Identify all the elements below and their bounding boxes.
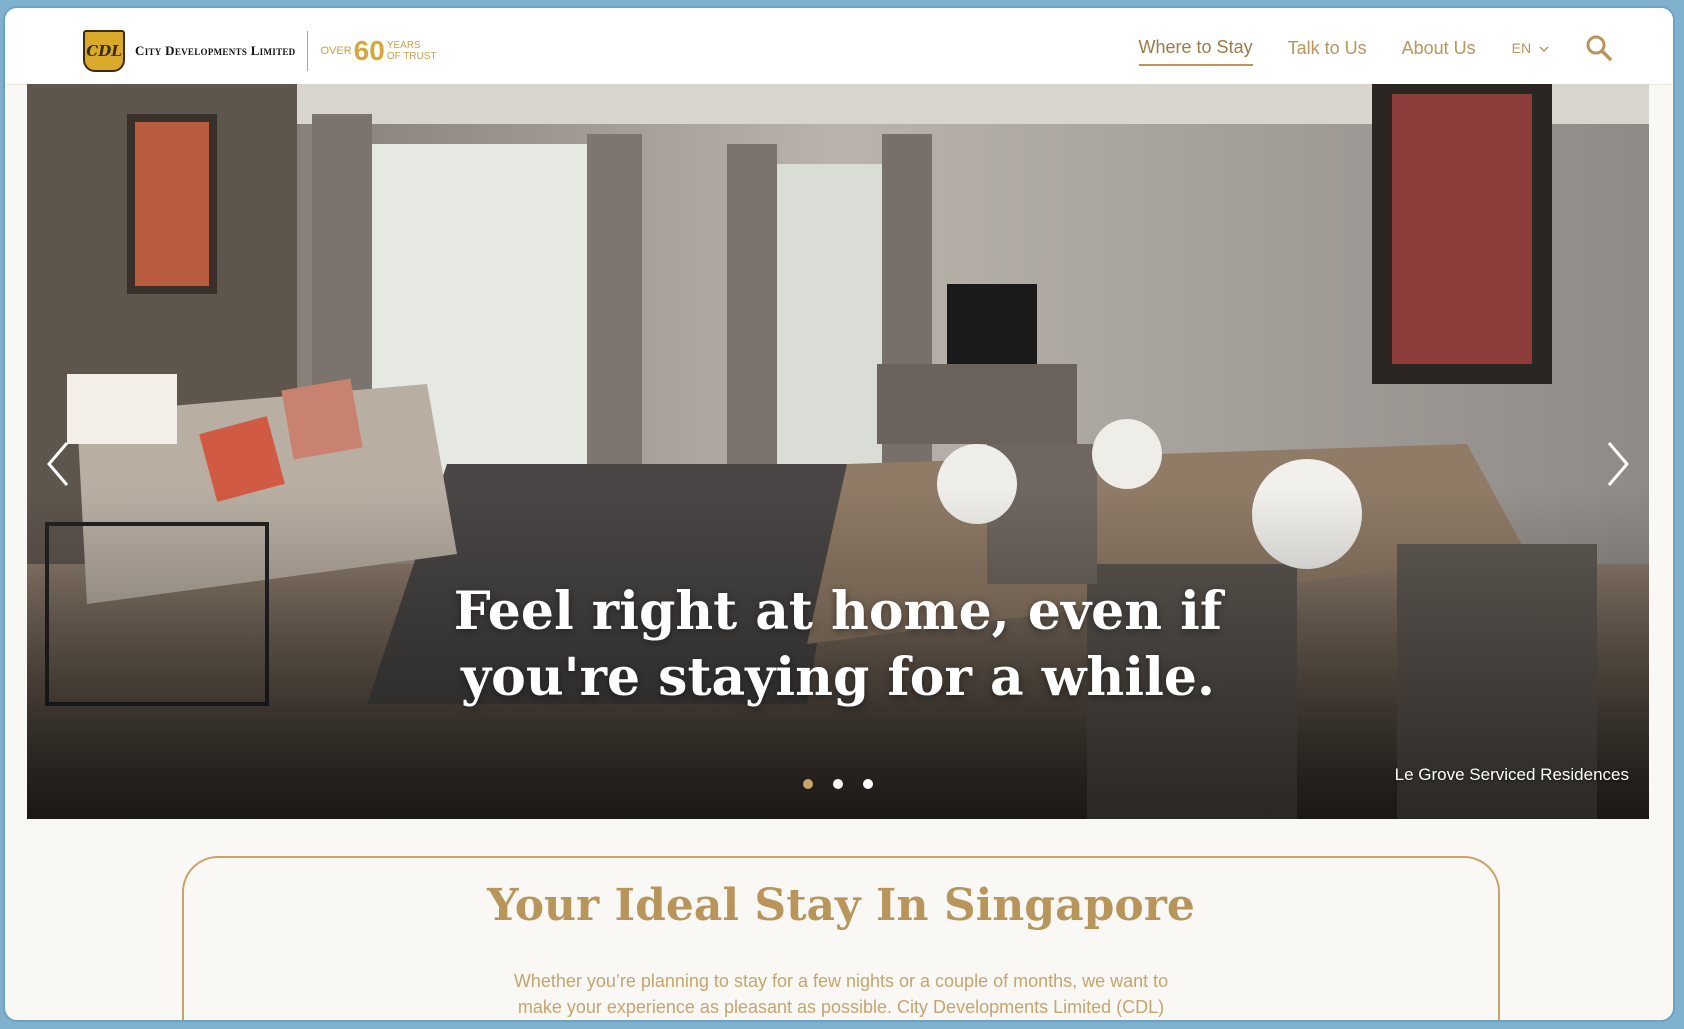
- hero-caption: Le Grove Serviced Residences: [1394, 765, 1629, 784]
- carousel-dot-3[interactable]: [863, 779, 873, 789]
- language-selector[interactable]: EN: [1512, 40, 1549, 62]
- carousel-dot-2[interactable]: [833, 779, 843, 789]
- intro-card: Your Ideal Stay In Singapore Whether you…: [182, 856, 1500, 1020]
- intro-text: Whether you’re planning to stay for a fe…: [513, 970, 1169, 1017]
- intro-title: Your Ideal Stay In Singapore: [487, 880, 1195, 931]
- browser-window: CDL City Developments Limited OVER 60 YE…: [5, 8, 1673, 1020]
- chevron-right-icon[interactable]: [1603, 439, 1633, 489]
- chevron-left-icon[interactable]: [43, 439, 73, 489]
- hero-heading: Feel right at home, even if you're stayi…: [27, 579, 1649, 711]
- anniversary-number: 60: [353, 35, 385, 66]
- language-label: EN: [1511, 40, 1532, 56]
- brand-name: City Developments Limited: [135, 43, 296, 58]
- hero-carousel: Feel right at home, even if you're stayi…: [27, 84, 1649, 819]
- anniversary-badge: OVER 60 YEARS OF TRUST: [320, 35, 436, 67]
- nav-where-to-stay[interactable]: Where to Stay: [1138, 37, 1253, 66]
- chevron-down-icon: [1539, 46, 1549, 53]
- main-nav: Where to Stay Talk to Us About Us EN: [1104, 34, 1613, 68]
- anniversary-years: YEARS: [386, 40, 421, 51]
- anniversary-text: YEARS OF TRUST: [387, 40, 437, 62]
- logo-divider: [307, 31, 309, 71]
- search-icon[interactable]: [1585, 34, 1613, 62]
- hero-heading-line1: Feel right at home, even if: [453, 580, 1223, 642]
- brand-logo[interactable]: CDL City Developments Limited OVER 60 YE…: [83, 30, 437, 72]
- anniversary-over: OVER: [320, 45, 352, 57]
- anniversary-trust: OF TRUST: [386, 51, 437, 62]
- hero-heading-line2: you're staying for a while.: [460, 646, 1216, 708]
- nav-about-us[interactable]: About Us: [1402, 38, 1476, 65]
- nav-talk-to-us[interactable]: Talk to Us: [1288, 38, 1367, 65]
- cdl-shield-icon: CDL: [83, 30, 125, 72]
- site-header: CDL City Developments Limited OVER 60 YE…: [5, 8, 1673, 85]
- carousel-dot-1[interactable]: [803, 779, 813, 789]
